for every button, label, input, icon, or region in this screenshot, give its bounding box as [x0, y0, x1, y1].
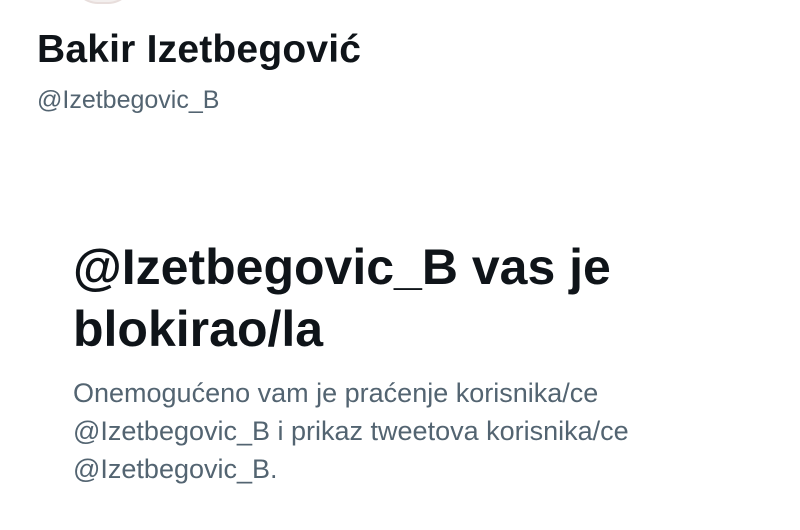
blocked-title: @Izetbegovic_B vas je blokirao/la — [73, 236, 773, 360]
blocked-notice: @Izetbegovic_B vas je blokirao/la Onemogu… — [73, 236, 773, 488]
blocked-title-line1: @Izetbegovic_B vas je — [73, 239, 611, 295]
blocked-description: Onemogućeno vam je praćenje korisnika/ce… — [73, 378, 629, 484]
profile-name: Bakir Izetbegović — [37, 28, 362, 71]
blocked-title-line2: blokirao/la — [73, 301, 324, 357]
avatar[interactable] — [72, 0, 134, 4]
profile-handle: @Izetbegovic_B — [37, 86, 220, 114]
